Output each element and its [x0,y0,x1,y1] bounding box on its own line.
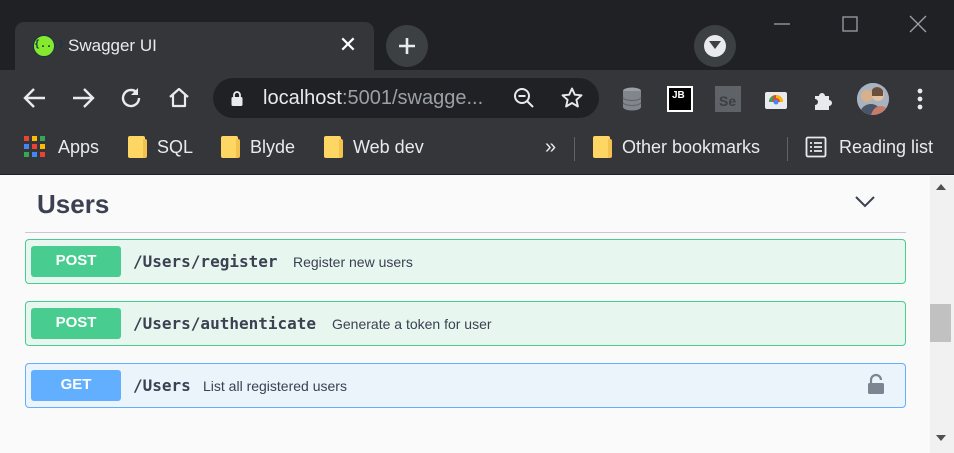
reading-list[interactable]: Reading list [805,127,933,167]
bookmark-sql[interactable]: SQL [128,127,193,167]
address-bar[interactable]: localhost:5001/swagge... [213,78,599,118]
browser-toolbar: localhost:5001/swagge... JB Se [0,70,954,127]
tab-search-button[interactable] [694,25,736,67]
page-scrollbar[interactable] [930,176,954,453]
back-arrow-icon [23,88,45,108]
authorization-lock-icon[interactable] [866,373,886,395]
folder-icon [128,136,147,158]
reload-button[interactable] [117,84,145,112]
operation-get-users[interactable]: GET /Users List all registered users [25,363,906,408]
folder-icon [593,136,612,158]
method-badge: GET [31,370,121,401]
home-icon [169,87,189,108]
selenium-icon[interactable]: Se [715,86,741,112]
operation-post-authenticate[interactable]: POST /Users/authenticate Generate a toke… [25,301,906,346]
bookmark-apps[interactable]: Apps [24,127,99,167]
minimize-icon [774,23,790,25]
swagger-favicon-icon: {...} [33,35,64,57]
tab-strip: {...} Swagger UI ✕ [0,0,954,70]
operation-path: /Users [133,376,191,395]
reading-list-icon [805,136,827,158]
operation-post-register[interactable]: POST /Users/register Register new users [25,239,906,284]
address-url: localhost:5001/swagge... [263,87,484,109]
close-icon [909,15,927,33]
bookmarks-separator [787,137,788,161]
bookmark-blyde[interactable]: Blyde [221,127,295,167]
chevron-down-icon [709,41,721,49]
window-close-button[interactable] [906,12,930,36]
zoom-icon[interactable] [513,87,535,109]
extensions-puzzle-icon[interactable] [811,86,837,112]
tab-swagger-ui[interactable]: {...} Swagger UI ✕ [15,22,374,70]
operation-path: /Users/authenticate [133,314,317,333]
section-title[interactable]: Users [37,189,109,220]
method-badge: POST [31,308,121,339]
home-button[interactable] [165,84,193,112]
bookmark-label: Web dev [353,136,424,157]
maximize-icon [842,16,858,32]
other-bookmarks[interactable]: Other bookmarks [593,127,760,167]
folder-icon [324,136,343,158]
operation-summary: Register new users [293,254,413,270]
operation-summary: Generate a token for user [332,316,492,332]
maximize-button[interactable] [838,12,862,36]
scroll-up-icon[interactable] [935,183,947,191]
swagger-page: Users POST /Users/register Register new … [0,176,930,453]
bookmarks-overflow-button[interactable]: » [545,127,556,167]
other-bookmarks-label: Other bookmarks [622,136,761,157]
minimize-button[interactable] [770,12,794,36]
bookmark-label: SQL [157,136,194,157]
forward-button[interactable] [69,84,97,112]
lock-icon [231,91,243,106]
apps-grid-icon [24,136,45,157]
section-divider [25,232,906,233]
menu-kebab-icon[interactable] [907,86,933,112]
bookmark-label: Apps [58,136,100,157]
back-button[interactable] [21,84,49,112]
database-icon[interactable] [620,86,646,112]
scroll-down-icon[interactable] [935,434,947,442]
bookmark-label: Blyde [250,136,296,157]
bookmarks-separator [574,137,575,161]
scroll-thumb[interactable] [930,304,951,342]
forward-arrow-icon [73,88,95,108]
bookmark-web-dev[interactable]: Web dev [324,127,424,167]
profile-avatar[interactable] [857,83,889,115]
folder-icon [221,136,240,158]
bookmarks-bar: Apps SQL Blyde Web dev » Other bookmarks… [0,127,954,175]
jb-icon[interactable]: JB [667,86,693,112]
operation-summary: List all registered users [203,378,347,394]
operation-path: /Users/register [133,252,278,271]
tab-close-icon[interactable]: ✕ [338,34,358,56]
new-tab-button[interactable] [386,25,428,67]
tab-title: Swagger UI [68,36,157,55]
reload-icon [121,88,141,108]
plus-icon [399,38,415,54]
bookmark-star-icon[interactable] [560,86,584,110]
reading-list-label: Reading list [839,136,934,157]
chevron-down-icon[interactable] [854,194,876,208]
method-badge: POST [31,246,121,277]
chrome-webstore-icon[interactable] [763,86,789,112]
